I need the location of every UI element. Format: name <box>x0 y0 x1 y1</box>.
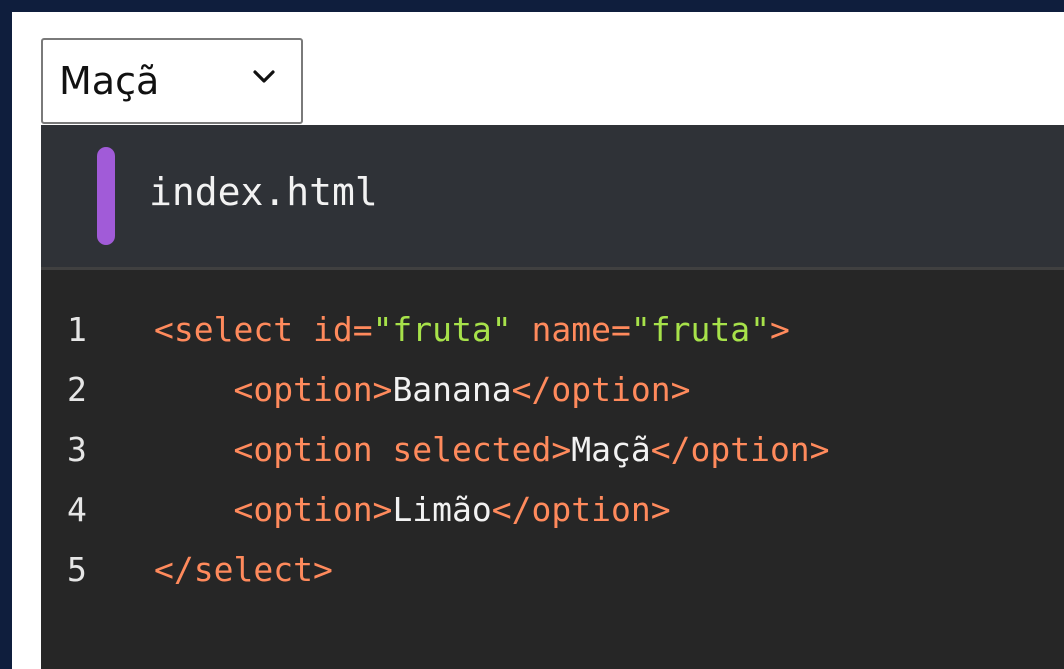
line-number: 1 <box>67 310 87 349</box>
line-number: 2 <box>67 370 87 409</box>
code-token-tag: </option> <box>491 490 671 529</box>
code-token-tag: <option> <box>233 490 393 529</box>
fruit-select[interactable]: Maçã <box>41 38 303 124</box>
code-token-tag: > <box>769 310 790 349</box>
chevron-down-icon <box>253 70 275 83</box>
code-line: 4 <option>Limão</option> <box>41 480 1064 540</box>
code-line: 1 <select id="fruta" name="fruta"> <box>41 300 1064 360</box>
page-frame: Maçã index.html 1 <select id="fruta" name… <box>12 12 1064 669</box>
line-source: </select> <box>154 540 333 600</box>
code-line: 3 <option selected>Maçã</option> <box>41 420 1064 480</box>
code-token-txt: Maçã <box>571 430 651 469</box>
code-lines: 1 <select id="fruta" name="fruta"> 2 <opti… <box>41 300 1064 600</box>
line-number: 4 <box>67 490 87 529</box>
code-token-tag: </select> <box>154 550 333 589</box>
code-token-txt: Limão <box>392 490 492 529</box>
line-source: <select id="fruta" name="fruta"> <box>154 300 790 360</box>
file-tab-accent <box>97 147 115 245</box>
line-source: <option>Limão</option> <box>154 480 671 540</box>
file-name: index.html <box>149 170 378 214</box>
line-source: <option selected>Maçã</option> <box>154 420 830 480</box>
code-token-tag: <select <box>154 310 313 349</box>
editor-header: index.html <box>41 125 1064 270</box>
code-token-tag: </option> <box>650 430 830 469</box>
code-editor: index.html 1 <select id="fruta" name="fru… <box>41 125 1064 669</box>
code-token-attr: name= <box>511 310 631 349</box>
line-number: 5 <box>67 550 87 589</box>
code-token-tag: <option selected> <box>233 430 572 469</box>
code-token-attr: id= <box>312 310 373 349</box>
code-token-tag: <option> <box>233 370 393 409</box>
code-token-str: "fruta" <box>630 310 770 349</box>
code-line: 5 </select> <box>41 540 1064 600</box>
code-token-tag: </option> <box>511 370 691 409</box>
fruit-select-value: Maçã <box>59 59 160 103</box>
code-token-txt: Banana <box>392 370 512 409</box>
code-token-str: "fruta" <box>372 310 512 349</box>
line-source: <option>Banana</option> <box>154 360 690 420</box>
code-line: 2 <option>Banana</option> <box>41 360 1064 420</box>
line-number: 3 <box>67 430 87 469</box>
